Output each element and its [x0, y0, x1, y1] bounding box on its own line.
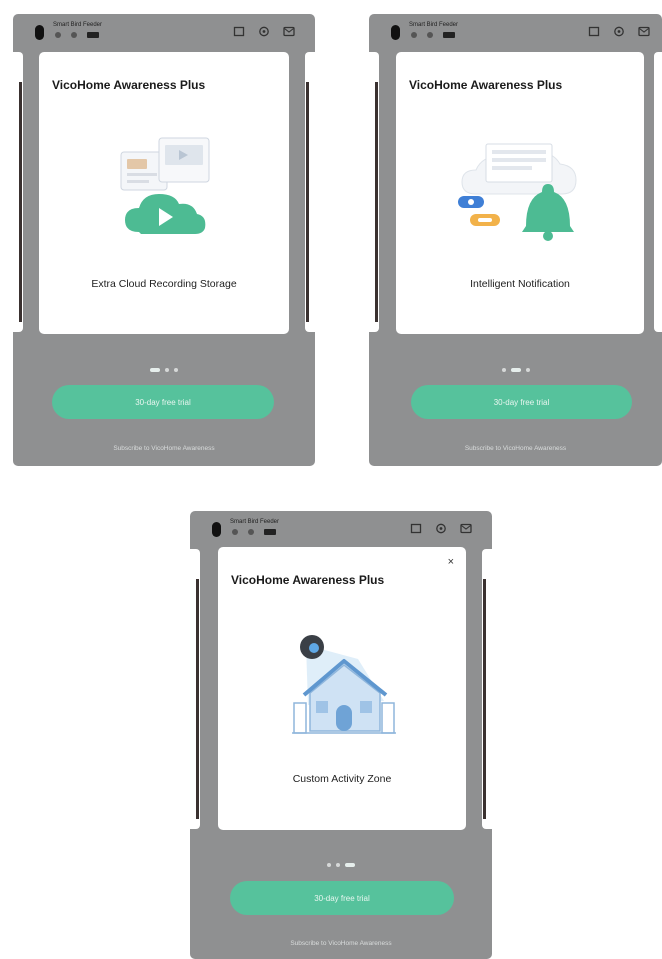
card-title: VicoHome Awareness Plus	[409, 78, 563, 92]
signal-icon	[248, 529, 254, 535]
next-card-peek	[654, 52, 662, 332]
status-icons	[411, 32, 455, 38]
crop-icon[interactable]	[588, 26, 600, 37]
feature-label: Custom Activity Zone	[292, 773, 392, 785]
wifi-icon	[55, 32, 61, 38]
previous-card-peek	[369, 52, 379, 332]
page-indicator	[369, 368, 662, 372]
settings-icon[interactable]	[613, 26, 625, 37]
toolbar-icons	[588, 26, 650, 37]
page-dot-active	[345, 863, 355, 867]
free-trial-button[interactable]: 30-day free trial	[230, 881, 454, 915]
device-name: Smart Bird Feeder	[230, 519, 280, 525]
next-card-peek	[305, 52, 315, 332]
previous-card-peek	[13, 52, 23, 332]
feature-card: VicoHome Awareness Plus Intelligent Noti…	[396, 52, 644, 334]
crop-icon[interactable]	[410, 523, 422, 534]
signal-icon	[71, 32, 77, 38]
battery-icon	[264, 529, 276, 535]
device-thumbnail	[35, 25, 44, 40]
signal-icon	[427, 32, 433, 38]
page-dot	[525, 368, 530, 372]
page-dot	[327, 863, 331, 867]
page-indicator	[13, 368, 315, 372]
page-dot-active	[150, 368, 160, 372]
page-dot-active	[510, 368, 521, 372]
mail-icon[interactable]	[283, 26, 295, 37]
toolbar-icons	[233, 26, 295, 37]
settings-icon[interactable]	[435, 523, 447, 534]
next-card-peek	[482, 549, 492, 829]
previous-card-peek	[190, 549, 200, 829]
toolbar-icons	[410, 523, 472, 534]
mail-icon[interactable]	[638, 26, 650, 37]
feature-card: VicoHome Awareness Plus Extra Cloud Reco…	[39, 52, 289, 334]
cloud-recording-illustration	[120, 137, 210, 234]
notification-bell-illustration	[458, 143, 577, 241]
paywall-screen-2: Smart Bird Feeder VicoHome Awareness Plu…	[369, 14, 662, 466]
wifi-icon	[411, 32, 417, 38]
top-bar: Smart Bird Feeder	[13, 14, 315, 54]
page-dot	[501, 368, 506, 372]
page-dot	[174, 368, 178, 372]
card-title: VicoHome Awareness Plus	[231, 573, 385, 587]
free-trial-button[interactable]: 30-day free trial	[52, 385, 274, 419]
top-bar: Smart Bird Feeder	[369, 14, 662, 54]
device-name: Smart Bird Feeder	[53, 22, 103, 28]
close-icon[interactable]: ×	[448, 557, 454, 568]
battery-icon	[87, 32, 99, 38]
page-dot	[336, 863, 340, 867]
page-indicator	[190, 863, 492, 867]
subscribe-link[interactable]: Subscribe to VicoHome Awareness	[13, 445, 315, 452]
device-thumbnail	[391, 25, 400, 40]
settings-icon[interactable]	[258, 26, 270, 37]
free-trial-button[interactable]: 30-day free trial	[411, 385, 632, 419]
feature-label: Extra Cloud Recording Storage	[91, 278, 237, 290]
subscribe-link[interactable]: Subscribe to VicoHome Awareness	[190, 940, 492, 947]
subscribe-link[interactable]: Subscribe to VicoHome Awareness	[369, 445, 662, 452]
paywall-screen-3: Smart Bird Feeder VicoHome Awareness Plu…	[190, 511, 492, 959]
device-name: Smart Bird Feeder	[409, 22, 459, 28]
battery-icon	[443, 32, 455, 38]
activity-zone-illustration	[292, 635, 396, 734]
status-icons	[232, 529, 276, 535]
feature-label: Intelligent Notification	[470, 278, 570, 290]
card-title: VicoHome Awareness Plus	[52, 78, 206, 92]
wifi-icon	[232, 529, 238, 535]
status-icons	[55, 32, 99, 38]
device-thumbnail	[212, 522, 221, 537]
mail-icon[interactable]	[460, 523, 472, 534]
top-bar: Smart Bird Feeder	[190, 511, 492, 551]
feature-card: VicoHome Awareness Plus × Custom Activit…	[218, 547, 466, 830]
paywall-screen-1: Smart Bird Feeder VicoHome Awareness Plu…	[13, 14, 315, 466]
page-dot	[165, 368, 169, 372]
crop-icon[interactable]	[233, 26, 245, 37]
